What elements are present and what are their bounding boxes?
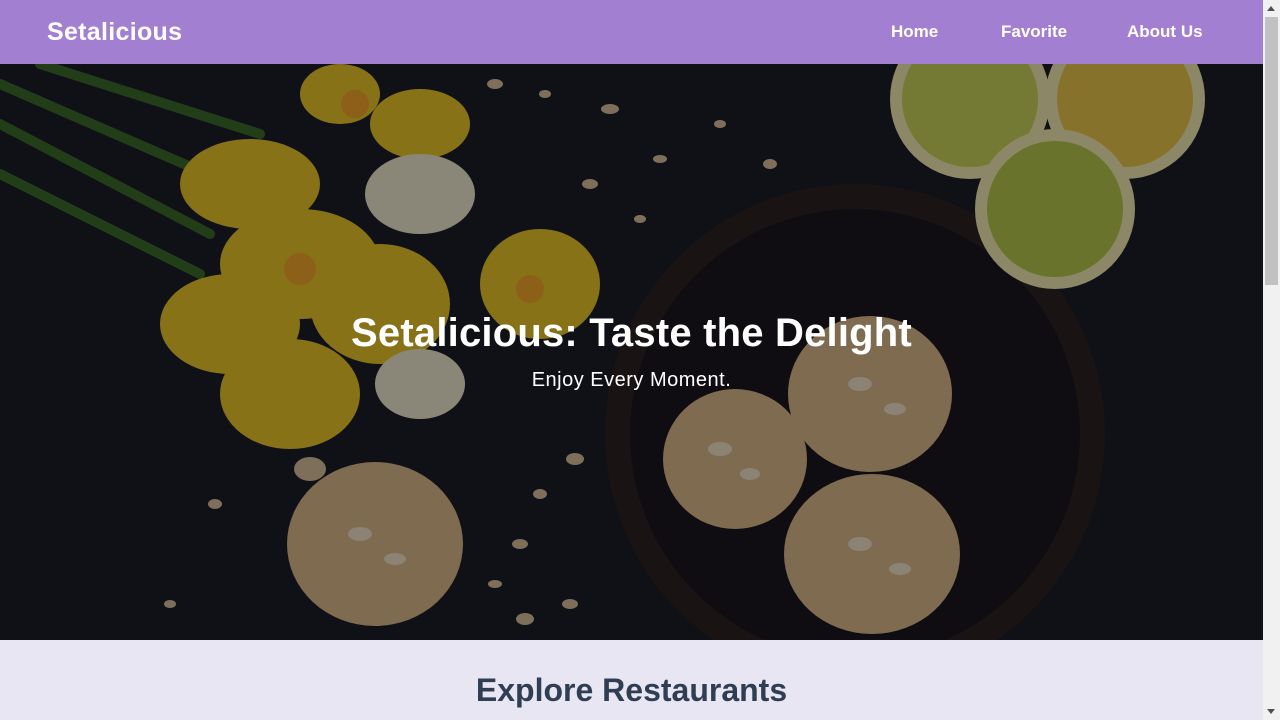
vertical-scrollbar[interactable]: [1263, 0, 1280, 720]
hero-subtitle: Enjoy Every Moment.: [531, 369, 732, 391]
nav-link-home[interactable]: Home: [891, 22, 938, 42]
nav-link-about-us[interactable]: About Us: [1127, 22, 1203, 42]
section-title-explore-restaurants: Explore Restaurants: [475, 672, 788, 708]
scroll-up-arrow-icon[interactable]: [1267, 6, 1275, 11]
page: Setalicious Home Favorite About Us Setal…: [0, 0, 1263, 720]
scroll-down-arrow-icon[interactable]: [1267, 709, 1275, 714]
scrollbar-thumb[interactable]: [1265, 17, 1278, 285]
hero-section: Setalicious: Taste the Delight Enjoy Eve…: [0, 64, 1263, 640]
navbar: Setalicious Home Favorite About Us: [0, 0, 1263, 64]
hero-title: Setalicious: Taste the Delight: [351, 311, 912, 355]
nav-link-favorite[interactable]: Favorite: [1001, 22, 1067, 42]
nav-menu: Home Favorite About Us: [0, 0, 1263, 64]
